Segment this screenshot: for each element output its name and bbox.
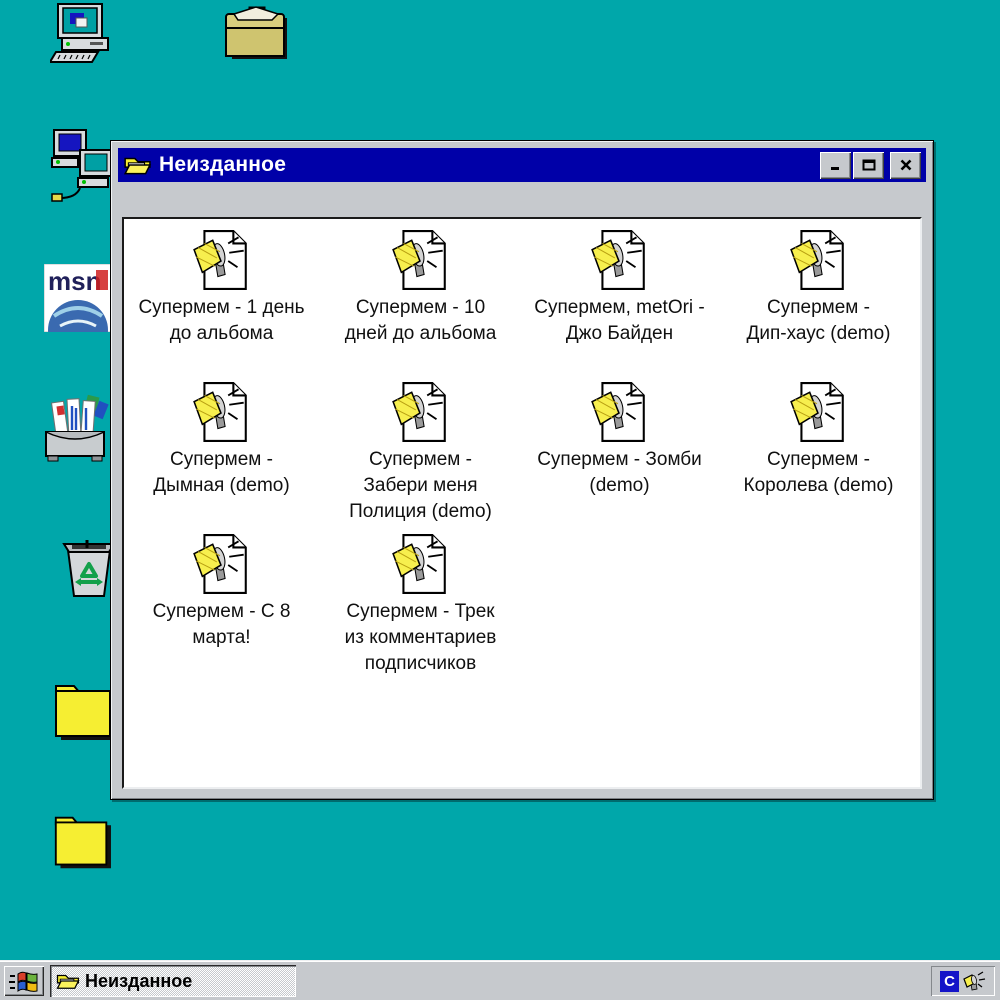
audio-file-icon <box>589 229 651 291</box>
close-button[interactable] <box>890 152 921 179</box>
file-item[interactable]: Супермем - 1 день до альбома <box>122 229 321 381</box>
file-label: Супермем - Дымная (demo) <box>153 447 289 499</box>
file-item[interactable]: Супермем - Забери меня Полиция (demo) <box>321 381 520 533</box>
file-label: Супермем, metOri - Джо Байден <box>534 295 705 347</box>
folder-icon[interactable] <box>48 814 116 872</box>
volume-icon[interactable] <box>963 970 986 992</box>
briefcase-icon[interactable] <box>224 4 292 62</box>
file-item[interactable]: Супермем, metOri - Джо Байден <box>520 229 719 381</box>
inbox-icon[interactable] <box>42 394 118 466</box>
system-tray: C <box>931 966 995 996</box>
c-indicator-icon[interactable]: C <box>940 971 959 992</box>
file-label: Супермем - Трек из комментариев подписчи… <box>345 599 497 677</box>
network-neighborhood-icon[interactable] <box>50 128 114 202</box>
file-item[interactable]: Супермем - Королева (demo) <box>719 381 918 533</box>
my-computer-icon[interactable] <box>50 2 114 64</box>
open-folder-icon <box>123 153 151 177</box>
file-item[interactable]: Супермем - Дымная (demo) <box>122 381 321 533</box>
audio-file-icon <box>191 533 253 595</box>
msn-label: msn <box>48 266 101 296</box>
taskbar: Неизданное C <box>0 960 1000 1000</box>
windows-logo-icon <box>8 968 40 994</box>
title-bar[interactable]: Неизданное <box>118 148 926 182</box>
file-label: Супермем - Королева (demo) <box>744 447 894 499</box>
file-item[interactable]: Супермем - Зомби (demo) <box>520 381 719 533</box>
minimize-icon <box>829 159 843 171</box>
file-label: Супермем - 10 дней до альбома <box>345 295 497 347</box>
file-item[interactable]: Супермем - Трек из комментариев подписчи… <box>321 533 520 685</box>
window-title: Неизданное <box>159 153 286 177</box>
folder-content-area: Супермем - 1 день до альбома Супермем - … <box>122 217 922 789</box>
file-grid: Супермем - 1 день до альбома Супермем - … <box>122 229 918 685</box>
start-button[interactable] <box>4 966 44 996</box>
maximize-icon <box>862 159 876 171</box>
audio-file-icon <box>390 381 452 443</box>
minimize-button[interactable] <box>820 152 851 179</box>
file-label: Супермем - Зомби (demo) <box>537 447 702 499</box>
file-item[interactable]: Супермем - 10 дней до альбома <box>321 229 520 381</box>
audio-file-icon <box>788 381 850 443</box>
file-label: Супермем - Дип-хаус (demo) <box>747 295 891 347</box>
file-item[interactable]: Супермем - С 8 марта! <box>122 533 321 685</box>
task-label: Неизданное <box>85 971 192 992</box>
file-item[interactable]: Супермем - Дип-хаус (demo) <box>719 229 918 381</box>
msn-icon[interactable]: msn <box>44 264 112 332</box>
folder-window: Неизданное Супермем - 1 день до альбома … <box>110 140 934 800</box>
maximize-button[interactable] <box>853 152 884 179</box>
audio-file-icon <box>191 381 253 443</box>
open-folder-icon <box>55 971 80 991</box>
audio-file-icon <box>788 229 850 291</box>
file-label: Супермем - Забери меня Полиция (demo) <box>349 447 492 525</box>
taskbar-task-neizdannoe[interactable]: Неизданное <box>50 965 296 997</box>
folder-icon[interactable] <box>50 682 118 744</box>
file-label: Супермем - 1 день до альбома <box>138 295 304 347</box>
audio-file-icon <box>390 229 452 291</box>
audio-file-icon <box>191 229 253 291</box>
audio-file-icon <box>589 381 651 443</box>
audio-file-icon <box>390 533 452 595</box>
file-label: Супермем - С 8 марта! <box>153 599 291 651</box>
close-icon <box>899 159 913 171</box>
